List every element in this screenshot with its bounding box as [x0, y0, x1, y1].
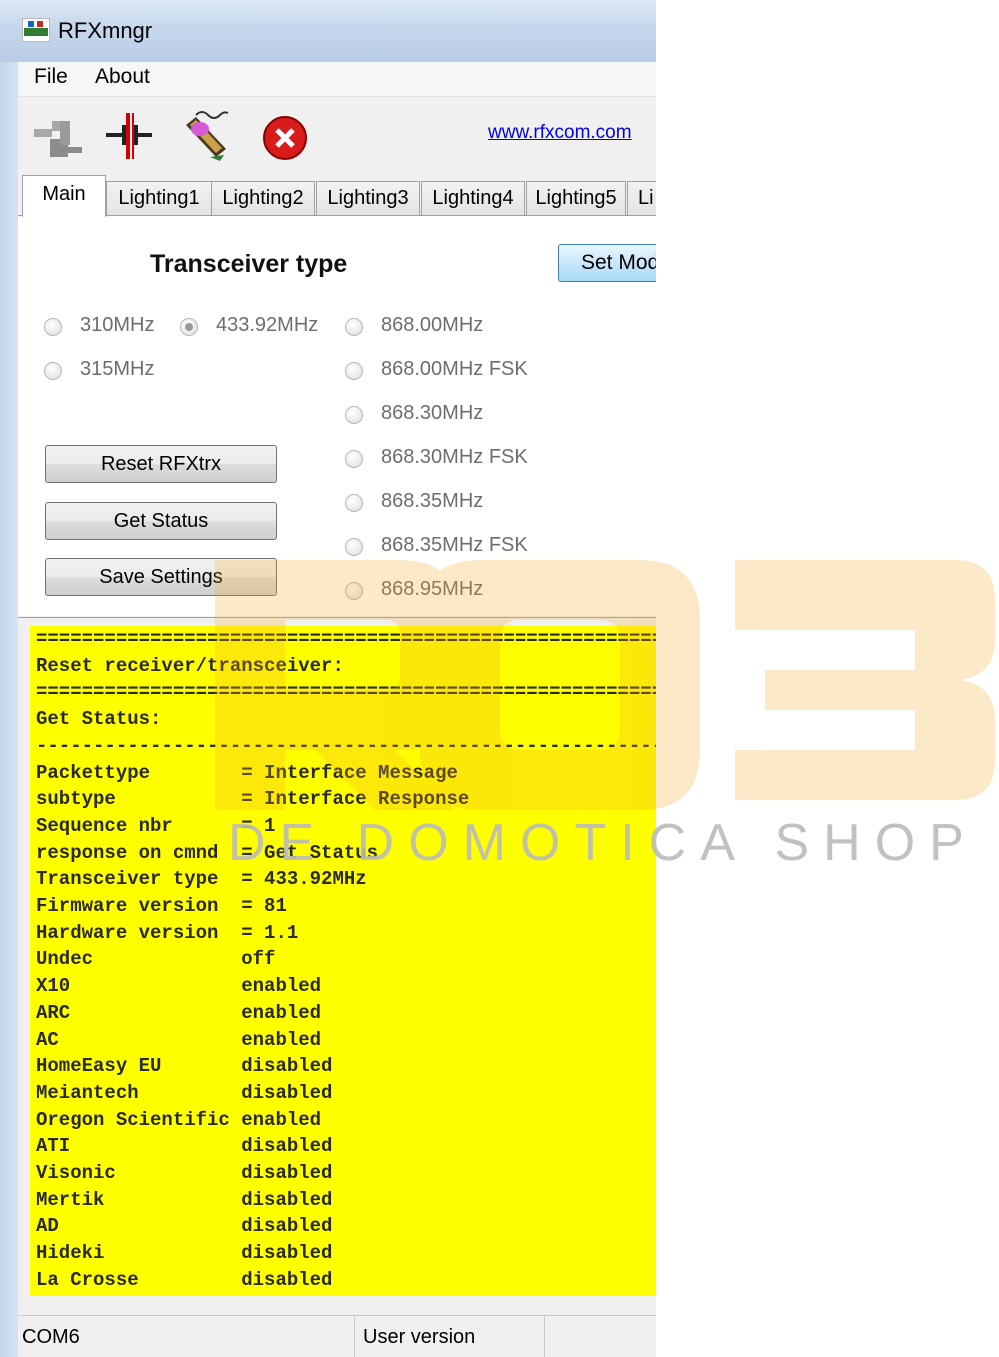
radio-label: 868.35MHz FSK — [381, 534, 528, 556]
radio-circle-selected — [180, 318, 198, 336]
title-bar[interactable]: RFXmngr — [0, 0, 656, 62]
radio-label: 868.30MHz FSK — [381, 446, 528, 468]
radio-circle — [345, 582, 363, 600]
status-version: User version — [355, 1316, 545, 1357]
rfxcom-link[interactable]: www.rfxcom.com — [488, 122, 632, 144]
menu-file[interactable]: File — [30, 65, 72, 89]
reset-rfxtrx-button[interactable]: Reset RFXtrx — [45, 445, 277, 483]
radio-circle — [345, 494, 363, 512]
tab-lighting6-partial[interactable]: Li — [627, 181, 656, 215]
window-title: RFXmngr — [58, 18, 153, 43]
radio-label: 433.92MHz — [216, 314, 319, 336]
radio-label: 868.30MHz — [381, 402, 484, 424]
status-bar: COM6 User version — [18, 1315, 656, 1357]
radio-circle — [345, 318, 363, 336]
transmitter-icon[interactable] — [178, 107, 236, 165]
save-settings-button[interactable]: Save Settings — [45, 558, 277, 596]
tab-lighting4[interactable]: Lighting4 — [421, 181, 525, 215]
tab-lighting3[interactable]: Lighting3 — [316, 181, 420, 215]
connect-icon[interactable] — [30, 107, 88, 165]
log-text: ========================================… — [36, 628, 656, 1291]
radio-label: 868.95MHz — [381, 578, 484, 600]
main-tab-panel: Transceiver type Set Mod 310MHz 433.92MH… — [18, 215, 656, 616]
radio-circle — [345, 406, 363, 424]
set-mode-button[interactable]: Set Mod — [558, 244, 656, 282]
radio-circle — [345, 538, 363, 556]
get-status-button[interactable]: Get Status — [45, 502, 277, 540]
status-port: COM6 — [18, 1316, 355, 1357]
radio-circle — [44, 318, 62, 336]
log-output[interactable]: ========================================… — [30, 626, 656, 1296]
tab-lighting1[interactable]: Lighting1 — [106, 181, 212, 215]
menu-bar: File About — [18, 62, 656, 97]
app-icon — [22, 18, 50, 42]
client-area: File About www.rfxcom.com Main Lighting1… — [18, 62, 656, 1357]
tab-strip: Main Lighting1 Lighting2 Lighting3 Light… — [18, 175, 656, 220]
radio-label: 310MHz — [80, 314, 155, 336]
radio-circle — [345, 362, 363, 380]
menu-about[interactable]: About — [91, 65, 154, 89]
tab-lighting2[interactable]: Lighting2 — [211, 181, 315, 215]
log-container: ========================================… — [18, 617, 656, 1306]
tab-lighting5[interactable]: Lighting5 — [526, 181, 626, 215]
app-window: RFXmngr File About www.rfxcom.com Main L… — [0, 0, 656, 1357]
toolbar: www.rfxcom.com — [18, 97, 656, 175]
disconnect-icon[interactable] — [100, 107, 158, 165]
radio-label: 868.00MHz FSK — [381, 358, 528, 380]
radio-label: 868.00MHz — [381, 314, 484, 336]
radio-circle — [44, 362, 62, 380]
exit-icon[interactable] — [256, 107, 314, 165]
radio-label: 868.35MHz — [381, 490, 484, 512]
radio-circle — [345, 450, 363, 468]
tab-main[interactable]: Main — [22, 175, 106, 217]
transceiver-type-heading: Transceiver type — [150, 250, 348, 278]
window-frame — [0, 62, 18, 1357]
radio-label: 315MHz — [80, 358, 155, 380]
